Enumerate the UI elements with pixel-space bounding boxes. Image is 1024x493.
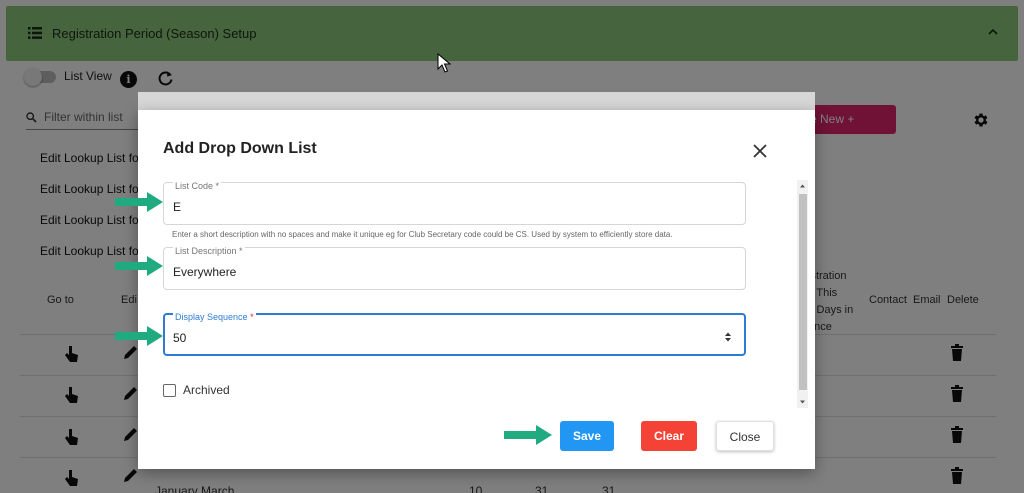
mouse-cursor-icon [437,53,451,73]
list-description-label-text: List Description [175,246,237,256]
required-mark: * [239,246,243,256]
archived-checkbox[interactable] [163,384,176,397]
close-icon[interactable] [752,143,768,159]
display-sequence-field[interactable]: Display Sequence * 50 [163,312,746,356]
list-code-field[interactable]: List Code * E [163,181,746,225]
close-button[interactable]: Close [716,421,774,451]
annotation-arrow-icon [115,256,163,276]
required-mark: * [215,181,220,191]
archived-label: Archived [183,383,230,397]
dialog-title: Add Drop Down List [163,140,317,157]
annotation-arrow-icon [115,192,163,212]
list-code-value[interactable]: E [173,200,181,214]
dialog-scrollbar[interactable] [797,180,808,408]
list-code-label: List Code * [173,181,222,191]
number-stepper-icon[interactable] [724,331,732,343]
annotation-arrow-icon [115,326,163,346]
scroll-down-arrow-icon[interactable] [797,396,808,408]
save-button[interactable]: Save [560,421,614,451]
list-code-label-text: List Code [175,181,214,191]
display-sequence-label: Display Sequence * [173,312,256,322]
clear-button[interactable]: Clear [641,421,697,451]
required-mark: * [250,312,254,322]
scroll-thumb[interactable] [799,194,807,390]
modal-top-strip [138,92,815,110]
list-description-label: List Description * [173,246,245,256]
add-drop-down-list-dialog: Add Drop Down List List Code * E Enter a… [138,110,815,469]
list-description-value[interactable]: Everywhere [173,265,236,279]
display-sequence-value[interactable]: 50 [173,331,186,345]
annotation-arrow-icon [504,425,552,445]
list-description-field[interactable]: List Description * Everywhere [163,246,746,290]
scroll-up-arrow-icon[interactable] [797,180,808,192]
list-code-helper-text: Enter a short description with no spaces… [172,230,673,239]
display-sequence-label-text: Display Sequence [175,312,248,322]
